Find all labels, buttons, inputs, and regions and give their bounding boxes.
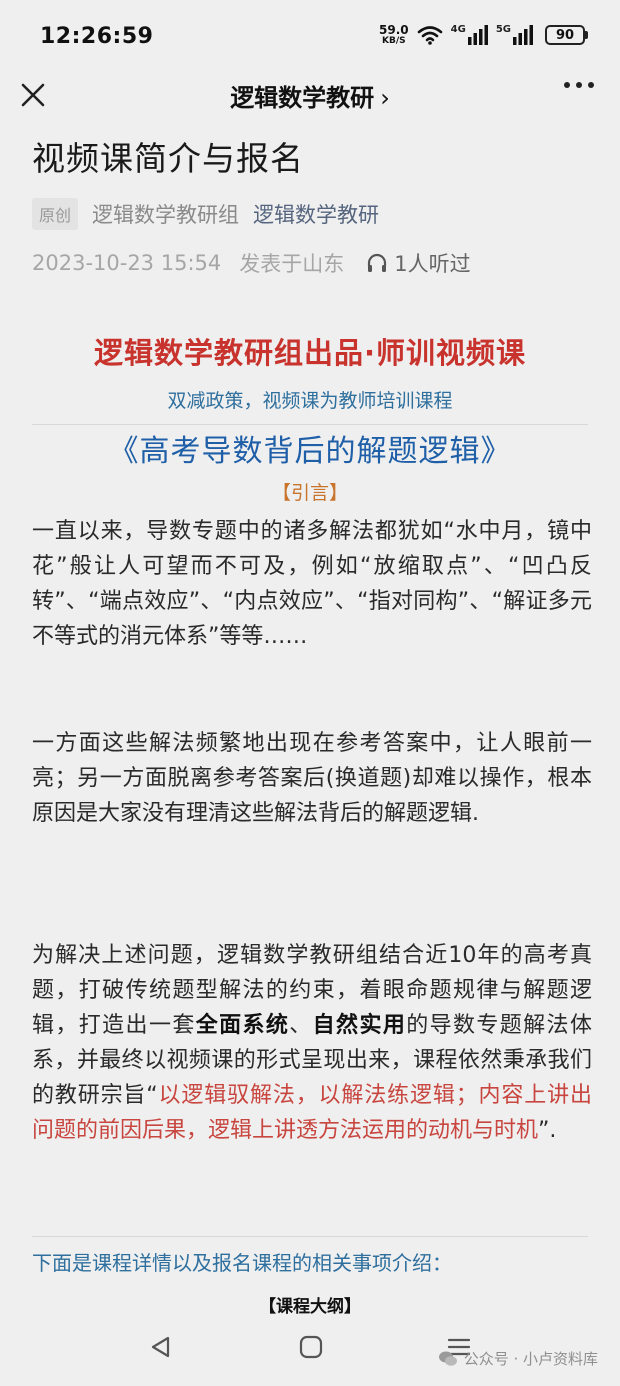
account-title-link[interactable]: 逻辑数学教研 ›: [0, 78, 620, 113]
network-speed-value: 59.0: [379, 23, 409, 37]
paragraph-intro: 一直以来，导数专题中的诸多解法都犹如“水中月，镜中花”般让人可望而不可及，例如“…: [32, 519, 592, 649]
content-subhead: 双减政策，视频课为教师培训课程: [167, 390, 453, 412]
account-title: 逻辑数学教研: [230, 84, 375, 112]
p3-text: 、: [289, 1013, 313, 1038]
article-meta-time: 2023-10-23 15:54 发表于山东 1人听过: [32, 248, 471, 278]
p3-emphasis: 自然实用: [312, 1013, 407, 1038]
status-bar: 12:26:59 59.0 KB/S 4G 5G 90: [0, 0, 620, 72]
account-link[interactable]: 逻辑数学教研: [253, 199, 379, 229]
home-button[interactable]: [298, 1334, 324, 1364]
publish-datetime: 2023-10-23 15:54: [32, 251, 222, 275]
home-square-icon: [299, 1335, 323, 1359]
paragraph-solution: 为解决上述问题，逻辑数学教研组结合近10年的高考真题，打破传统题型解法的约束，着…: [32, 938, 592, 1148]
listen-count: 1人听过: [394, 252, 471, 276]
more-dot: [576, 82, 582, 88]
listen-button[interactable]: 1人听过: [366, 248, 471, 278]
course-title: 《高考导数背后的解题逻辑》: [108, 434, 512, 469]
battery-indicator: 90: [545, 25, 588, 45]
article-title: 视频课简介与报名: [32, 139, 304, 178]
watermark: 公众号 · 小卢资料库: [438, 1348, 598, 1369]
wifi-icon: [417, 25, 443, 45]
article-meta: 原创 逻辑数学教研组 逻辑数学教研: [32, 198, 379, 230]
p3-emphasis: 全面系统: [195, 1013, 290, 1038]
more-dot: [564, 82, 570, 88]
article-screen: 12:26:59 59.0 KB/S 4G 5G 90 逻辑数学教研 › 视频课…: [0, 0, 620, 1386]
network-speed-unit: KB/S: [382, 36, 406, 46]
signal-5g: 5G: [496, 25, 533, 45]
headphones-icon: [368, 253, 387, 272]
author-name: 逻辑数学教研组: [92, 203, 240, 227]
battery-level: 90: [545, 25, 585, 45]
divider: [32, 1236, 588, 1237]
back-triangle-icon: [151, 1336, 170, 1358]
status-indicators: 59.0 KB/S 4G 5G 90: [379, 24, 588, 46]
back-button[interactable]: [148, 1334, 174, 1364]
signal-5g-label: 5G: [495, 24, 511, 35]
battery-tip: [585, 31, 588, 39]
original-badge: 原创: [32, 198, 79, 230]
intro-heading: 【引言】: [271, 482, 348, 504]
signal-bars-icon: [513, 25, 533, 45]
signal-4g-label: 4G: [450, 24, 466, 35]
more-icon[interactable]: [564, 82, 594, 88]
nav-bar: 逻辑数学教研 ›: [0, 72, 620, 120]
divider: [32, 424, 588, 425]
publish-location: 发表于山东: [239, 252, 345, 276]
paragraph-problem: 一方面这些解法频繁地出现在参考答案中，让人眼前一亮；另一方面脱离参考答案后(换道…: [32, 731, 592, 826]
network-speed: 59.0 KB/S: [379, 24, 409, 46]
p3-text: ”.: [538, 1118, 557, 1143]
more-dot: [588, 82, 594, 88]
signal-4g: 4G: [451, 25, 488, 45]
wechat-icon: [438, 1351, 457, 1366]
system-nav-bar: 公众号 · 小卢资料库: [0, 1310, 620, 1386]
more-info-line: 下面是课程详情以及报名课程的相关事项介绍：: [32, 1251, 452, 1275]
signal-bars-icon: [467, 25, 488, 45]
chevron-right-icon: ›: [380, 84, 390, 112]
watermark-text: 公众号 · 小卢资料库: [463, 1350, 598, 1368]
status-time: 12:26:59: [40, 24, 154, 49]
content-headline: 逻辑数学教研组出品·师训视频课: [93, 336, 527, 370]
